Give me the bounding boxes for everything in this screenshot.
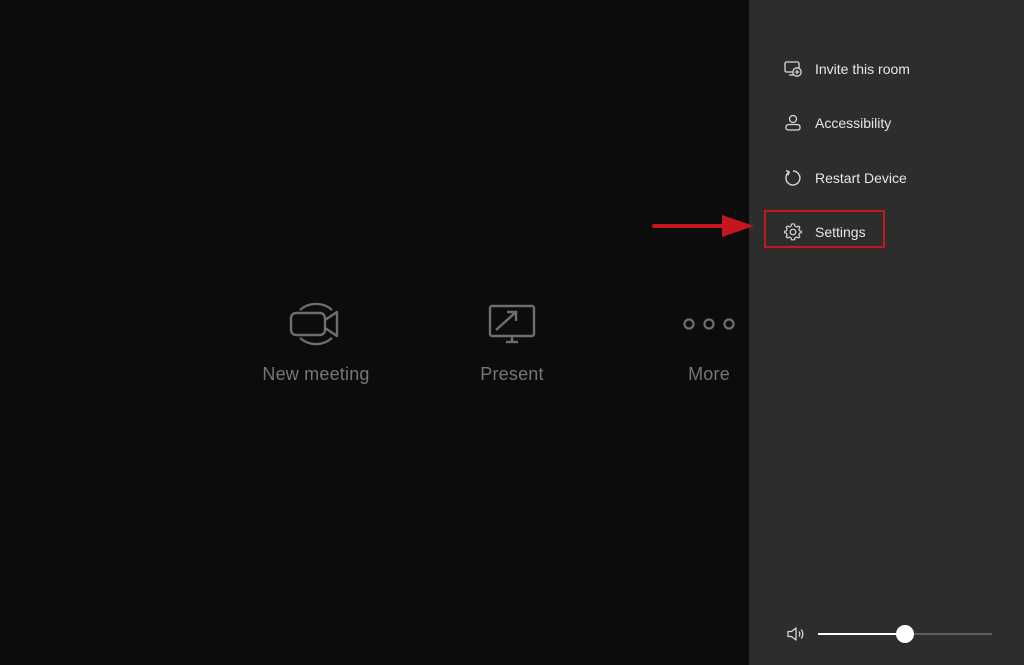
invite-this-room-item[interactable]: Invite this room bbox=[783, 54, 910, 84]
more-options-panel: Invite this room Accessibility Restart D… bbox=[749, 0, 1024, 665]
accessibility-icon bbox=[785, 114, 801, 131]
present-label: Present bbox=[480, 364, 544, 384]
more-dots-icon bbox=[683, 318, 735, 330]
settings-label: Settings bbox=[815, 224, 866, 240]
screen-share-icon bbox=[488, 304, 536, 344]
accessibility-label: Accessibility bbox=[815, 115, 892, 131]
new-meeting-button[interactable]: New meeting bbox=[251, 296, 381, 385]
video-camera-icon bbox=[289, 302, 339, 346]
volume-slider-fill bbox=[818, 633, 905, 635]
restart-device-item[interactable]: Restart Device bbox=[783, 163, 907, 193]
volume-slider-thumb[interactable] bbox=[896, 625, 914, 643]
gear-icon bbox=[784, 223, 802, 241]
accessibility-item[interactable]: Accessibility bbox=[783, 108, 891, 138]
new-meeting-label: New meeting bbox=[262, 364, 370, 384]
present-button[interactable]: Present bbox=[447, 296, 577, 385]
restart-icon bbox=[785, 169, 801, 186]
invite-room-icon bbox=[784, 61, 802, 77]
pointer-arrow-icon bbox=[652, 215, 754, 237]
teams-room-screen: New meeting Present More Invite this roo… bbox=[0, 0, 1024, 665]
invite-this-room-label: Invite this room bbox=[815, 61, 910, 77]
restart-device-label: Restart Device bbox=[815, 170, 907, 186]
volume-slider-track[interactable] bbox=[818, 625, 992, 643]
settings-item[interactable]: Settings bbox=[783, 217, 866, 247]
speaker-icon[interactable] bbox=[786, 624, 806, 644]
volume-control bbox=[786, 622, 996, 646]
